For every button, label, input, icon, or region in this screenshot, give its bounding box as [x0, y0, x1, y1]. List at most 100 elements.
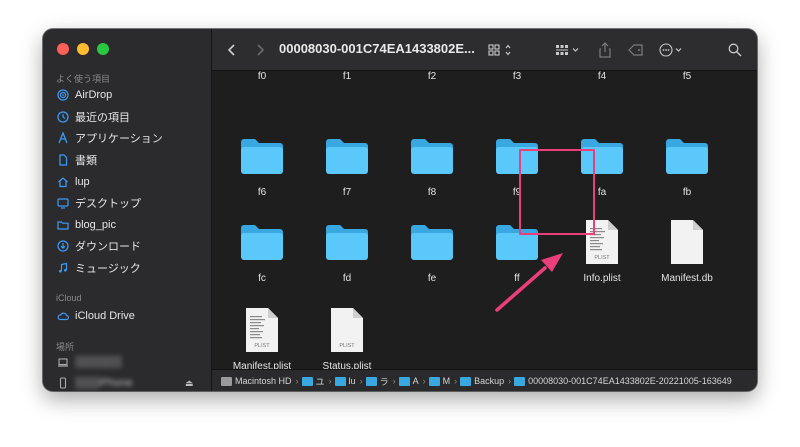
- download-icon: [57, 240, 69, 252]
- window-title: 00008030-001C74EA1433802E...: [279, 41, 475, 56]
- plist-badge: PLIST: [254, 343, 270, 349]
- folder-icon: [514, 376, 526, 386]
- file-item-label[interactable]: f6: [222, 187, 302, 198]
- file-item-label[interactable]: fc: [222, 273, 302, 284]
- path-crumb[interactable]: A ›: [398, 376, 426, 386]
- applications-icon: [57, 132, 69, 144]
- file-item-label[interactable]: f1: [307, 71, 387, 82]
- file-item-label[interactable]: f5: [647, 71, 727, 82]
- folder-icon[interactable]: [324, 136, 370, 176]
- plist-badge: PLIST: [594, 255, 610, 261]
- folder-icon[interactable]: [664, 136, 710, 176]
- plist-file-icon[interactable]: PLIST: [329, 307, 365, 353]
- laptop-icon: [57, 356, 69, 368]
- sidebar-item-computer[interactable]: ▒▒▒▒▒▒: [57, 352, 122, 372]
- sidebar: よく使う項目 AirDrop 最近の項目 アプリケーション 書類 lup デスク…: [43, 29, 212, 391]
- path-crumb[interactable]: M ›: [428, 376, 457, 386]
- file-item-label[interactable]: f4: [562, 71, 642, 82]
- eject-icon[interactable]: ⏏: [185, 378, 194, 389]
- folder-icon[interactable]: [239, 222, 285, 262]
- folder-icon[interactable]: [409, 222, 455, 262]
- document-icon: [57, 154, 69, 166]
- folder-icon: [428, 376, 440, 386]
- file-item-label[interactable]: Manifest.db: [647, 273, 727, 284]
- sidebar-item-desktop[interactable]: デスクトップ: [57, 193, 141, 213]
- close-button[interactable]: [57, 43, 69, 55]
- sidebar-item-applications[interactable]: アプリケーション: [57, 128, 163, 148]
- path-crumb[interactable]: lu ›: [334, 376, 363, 386]
- zoom-button[interactable]: [97, 43, 109, 55]
- sidebar-item-home[interactable]: lup: [57, 172, 90, 192]
- file-item-label[interactable]: fe: [392, 273, 472, 284]
- icloud-section-title: iCloud: [56, 293, 82, 303]
- search-button[interactable]: [724, 29, 746, 70]
- sidebar-item-label: 書類: [75, 155, 97, 167]
- file-item-label[interactable]: f3: [477, 71, 557, 82]
- info-plist-highlight: [519, 149, 595, 235]
- path-bar: Macintosh HD › ユ › lu › ラ › A › M › Backup › 00…: [212, 369, 757, 391]
- file-item-label[interactable]: f8: [392, 187, 472, 198]
- file-item-label[interactable]: fd: [307, 273, 387, 284]
- window-controls: [57, 43, 109, 55]
- sidebar-item-downloads[interactable]: ダウンロード: [57, 236, 141, 256]
- sidebar-item-label: AirDrop: [75, 89, 113, 101]
- path-crumb[interactable]: 00008030-001C74EA1433802E-20221005-16364…: [514, 376, 732, 386]
- sidebar-item-label: lup: [75, 176, 90, 188]
- folder-icon: [365, 376, 377, 386]
- finder-window: よく使う項目 AirDrop 最近の項目 アプリケーション 書類 lup デスク…: [43, 29, 757, 391]
- file-item-label[interactable]: fb: [647, 187, 727, 198]
- tag-button[interactable]: [626, 29, 646, 70]
- disk-icon: [221, 376, 232, 386]
- file-item-label[interactable]: f7: [307, 187, 387, 198]
- sidebar-item-iphone[interactable]: ▒▒▒iPhone: [57, 373, 133, 391]
- forward-button[interactable]: [252, 29, 268, 70]
- file-item-label[interactable]: f2: [392, 71, 472, 82]
- path-crumb[interactable]: Backup ›: [460, 376, 511, 386]
- sidebar-item-label: ダウンロード: [75, 241, 141, 253]
- back-button[interactable]: [224, 29, 240, 70]
- iphone-icon: [57, 377, 69, 389]
- path-crumb[interactable]: ラ ›: [365, 375, 396, 388]
- sidebar-item-label: ミュージック: [75, 263, 141, 275]
- sidebar-item-airdrop[interactable]: AirDrop: [57, 85, 112, 105]
- music-icon: [57, 262, 69, 274]
- path-crumb[interactable]: ユ ›: [301, 375, 332, 388]
- folder-icon: [334, 376, 346, 386]
- folder-icon[interactable]: [239, 136, 285, 176]
- view-mode-button[interactable]: [486, 29, 516, 70]
- plist-file-icon[interactable]: PLIST: [244, 307, 280, 353]
- folder-icon: [398, 376, 410, 386]
- clock-icon: [57, 111, 69, 123]
- file-item-label[interactable]: Info.plist: [562, 273, 642, 284]
- sidebar-item-label: iCloud Drive: [75, 310, 135, 322]
- airdrop-icon: [57, 89, 69, 101]
- sidebar-item-label: アプリケーション: [75, 133, 163, 145]
- minimize-button[interactable]: [77, 43, 89, 55]
- folder-icon: [460, 376, 472, 386]
- sidebar-item-icloud-drive[interactable]: iCloud Drive: [57, 306, 135, 326]
- group-button[interactable]: [554, 29, 584, 70]
- sidebar-item-label: blog_pic: [75, 219, 116, 231]
- folder-icon[interactable]: [324, 222, 370, 262]
- path-crumb[interactable]: Macintosh HD ›: [221, 376, 299, 386]
- sidebar-item-label: ▒▒▒▒▒▒: [75, 356, 122, 368]
- sidebar-item-label: 最近の項目: [75, 112, 130, 124]
- file-item-label[interactable]: ff: [477, 273, 557, 284]
- toolbar: 00008030-001C74EA1433802E...: [212, 29, 757, 71]
- db-file-icon[interactable]: [669, 219, 705, 265]
- sidebar-item-blog-pic[interactable]: blog_pic: [57, 215, 116, 235]
- folder-icon: [57, 219, 69, 231]
- file-item-label[interactable]: f0: [222, 71, 302, 82]
- sidebar-item-music[interactable]: ミュージック: [57, 258, 141, 278]
- action-menu-button[interactable]: [658, 29, 690, 70]
- plist-badge: PLIST: [339, 343, 355, 349]
- folder-icon[interactable]: [409, 136, 455, 176]
- cloud-icon: [57, 310, 69, 322]
- share-button[interactable]: [596, 29, 614, 70]
- file-grid: f0 f1 f2 f3 f4 f5 f6 f7 f8 f9 fa fb PLIS…: [212, 71, 757, 371]
- home-icon: [57, 176, 69, 188]
- sidebar-item-documents[interactable]: 書類: [57, 150, 97, 170]
- favorites-section-title: よく使う項目: [56, 74, 111, 84]
- sidebar-item-recents[interactable]: 最近の項目: [57, 107, 130, 127]
- sidebar-item-label: デスクトップ: [75, 198, 141, 210]
